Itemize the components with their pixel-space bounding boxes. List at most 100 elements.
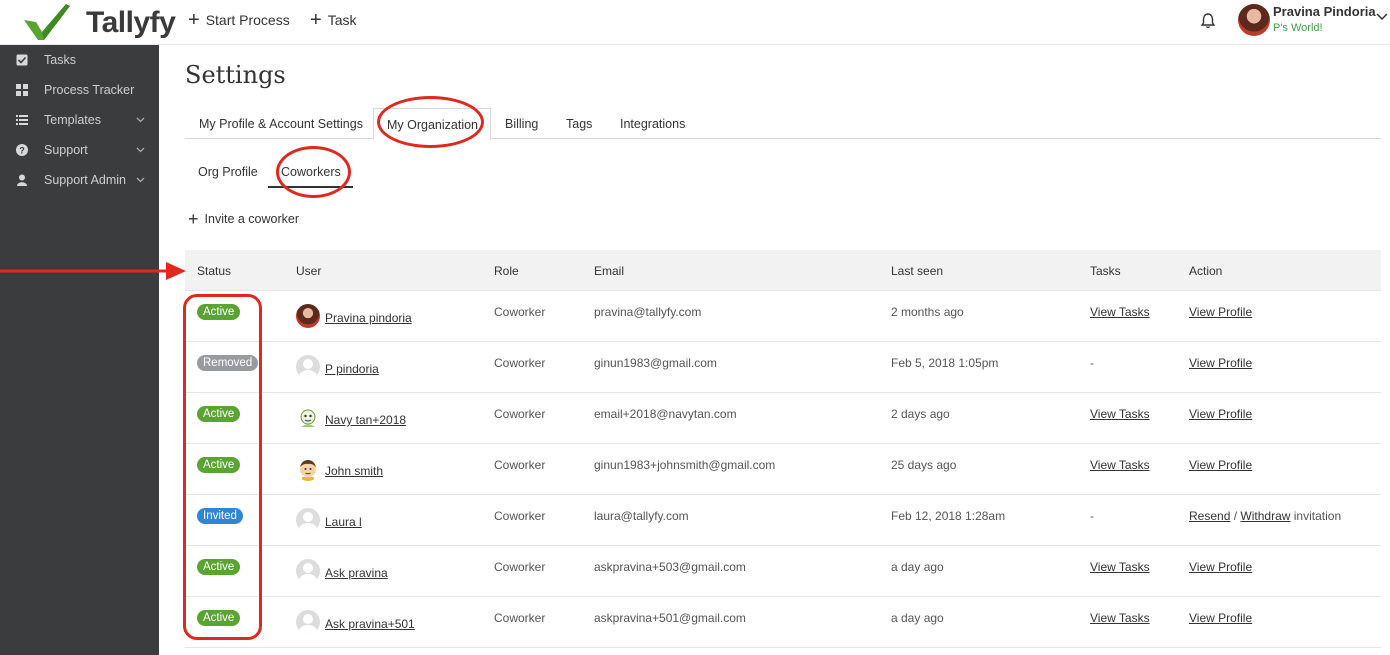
tab-tags[interactable]: Tags: [566, 108, 592, 139]
last-seen-text: Feb 5, 2018 1:05pm: [891, 356, 999, 370]
notifications-bell-icon[interactable]: [1199, 12, 1219, 32]
action-separator: /: [1233, 509, 1238, 523]
view-tasks-link[interactable]: View Tasks: [1090, 305, 1150, 319]
invitation-suffix: invitation: [1293, 509, 1342, 523]
last-seen-text: a day ago: [891, 560, 944, 574]
header-status: Status: [197, 264, 232, 278]
tasks-empty-text: -: [1090, 356, 1094, 370]
svg-text:?: ?: [19, 146, 25, 156]
user-link[interactable]: Ask pravina+501: [325, 617, 415, 631]
view-tasks-link[interactable]: View Tasks: [1090, 560, 1150, 574]
status-badge: Removed: [197, 355, 259, 371]
user-menu[interactable]: Pravina Pindoria P's World!: [1238, 4, 1388, 40]
role-text: Coworker: [494, 305, 546, 319]
table-row: Active Ask pravina Coworker askpravina+5…: [185, 546, 1381, 597]
invite-coworker-label: Invite a coworker: [204, 212, 299, 226]
tab-billing[interactable]: Billing: [505, 108, 538, 139]
user-link[interactable]: Ask pravina: [325, 566, 388, 580]
user-link[interactable]: P pindoria: [325, 362, 379, 376]
start-process-button[interactable]: + Start Process: [188, 9, 290, 31]
status-badge: Active: [197, 559, 241, 575]
start-process-label: Start Process: [205, 12, 290, 28]
chevron-down-icon: [136, 115, 145, 126]
grid-icon: [16, 84, 28, 96]
subtab-org-profile[interactable]: Org Profile: [198, 158, 258, 188]
status-badge: Invited: [197, 508, 243, 524]
sidebar-item-process-tracker[interactable]: Process Tracker: [0, 75, 159, 105]
header-action: Action: [1189, 264, 1223, 278]
invite-coworker-button[interactable]: + Invite a coworker: [188, 209, 299, 229]
check-square-icon: [16, 54, 28, 66]
last-seen-text: 2 days ago: [891, 407, 950, 421]
tab-integrations[interactable]: Integrations: [620, 108, 685, 139]
view-profile-link[interactable]: View Profile: [1189, 611, 1252, 625]
user-icon: [16, 174, 28, 186]
view-profile-link[interactable]: View Profile: [1189, 356, 1252, 370]
header-tasks: Tasks: [1090, 264, 1121, 278]
last-seen-text: a day ago: [891, 611, 944, 625]
sidebar-item-support-admin[interactable]: Support Admin: [0, 165, 159, 195]
header-role: Role: [494, 264, 519, 278]
header-last-seen: Last seen: [891, 264, 944, 278]
chevron-down-icon: [136, 175, 145, 186]
brand-name: Tallyfy: [86, 6, 176, 39]
sidebar-item-support[interactable]: ? Support: [0, 135, 159, 165]
user-link[interactable]: Navy tan+2018: [325, 413, 406, 427]
sidebar-item-tasks[interactable]: Tasks: [0, 45, 159, 75]
user-name: Pravina Pindoria: [1273, 4, 1376, 19]
sidebar-item-templates[interactable]: Templates: [0, 105, 159, 135]
sidebar-item-label: Tasks: [44, 53, 76, 67]
status-badge: Active: [197, 610, 241, 626]
tasks-empty-text: -: [1090, 509, 1094, 523]
role-text: Coworker: [494, 356, 546, 370]
status-badge: Active: [197, 457, 241, 473]
chevron-down-icon: [1376, 10, 1388, 24]
view-tasks-link[interactable]: View Tasks: [1090, 611, 1150, 625]
view-profile-link[interactable]: View Profile: [1189, 407, 1252, 421]
last-seen-text: 25 days ago: [891, 458, 957, 472]
resend-invitation-link[interactable]: Resend: [1189, 509, 1230, 523]
withdraw-invitation-link[interactable]: Withdraw: [1240, 509, 1290, 523]
email-text: askpravina+501@gmail.com: [594, 611, 746, 625]
user-link[interactable]: John smith: [325, 464, 383, 478]
avatar: [296, 457, 320, 481]
view-profile-link[interactable]: View Profile: [1189, 458, 1252, 472]
email-text: pravina@tallyfy.com: [594, 305, 702, 319]
email-text: email+2018@navytan.com: [594, 407, 737, 421]
coworkers-table: Status User Role Email Last seen Tasks A…: [185, 250, 1381, 648]
new-task-button[interactable]: + Task: [310, 10, 357, 30]
table-row: Active Pravina pindoria Coworker pravina…: [185, 291, 1381, 342]
top-bar: Tallyfy + Start Process + Task Pravina P…: [0, 0, 1390, 45]
view-profile-link[interactable]: View Profile: [1189, 305, 1252, 319]
avatar: [296, 559, 320, 583]
plus-icon: +: [188, 9, 200, 31]
view-tasks-link[interactable]: View Tasks: [1090, 458, 1150, 472]
task-label: Task: [327, 12, 357, 28]
header-email: Email: [594, 264, 625, 278]
plus-icon: +: [188, 209, 199, 229]
table-row: Invited Laura l Coworker laura@tallyfy.c…: [185, 495, 1381, 546]
email-text: askpravina+503@gmail.com: [594, 560, 746, 574]
role-text: Coworker: [494, 560, 546, 574]
tab-my-profile[interactable]: My Profile & Account Settings: [199, 108, 363, 139]
user-link[interactable]: Pravina pindoria: [325, 311, 412, 325]
chevron-down-icon: [136, 145, 145, 156]
avatar: [296, 508, 320, 532]
sidebar-item-label: Support Admin: [44, 173, 126, 187]
header-user: User: [296, 264, 322, 278]
sidebar-item-label: Process Tracker: [44, 83, 135, 97]
user-link[interactable]: Laura l: [325, 515, 362, 529]
user-avatar: [1238, 4, 1270, 36]
tab-my-organization[interactable]: My Organization: [373, 108, 492, 140]
page-title: Settings: [185, 61, 286, 89]
subtab-coworkers[interactable]: Coworkers: [268, 158, 353, 188]
last-seen-text: Feb 12, 2018 1:28am: [891, 509, 1006, 523]
role-text: Coworker: [494, 611, 546, 625]
sidebar-item-label: Templates: [44, 113, 101, 127]
view-tasks-link[interactable]: View Tasks: [1090, 407, 1150, 421]
table-row: Removed P pindoria Coworker ginun1983@gm…: [185, 342, 1381, 393]
tallyfy-logo[interactable]: Tallyfy: [22, 2, 176, 42]
avatar: [296, 610, 320, 634]
sidebar: Tasks Process Tracker Templates ? Suppor…: [0, 45, 159, 655]
view-profile-link[interactable]: View Profile: [1189, 560, 1252, 574]
